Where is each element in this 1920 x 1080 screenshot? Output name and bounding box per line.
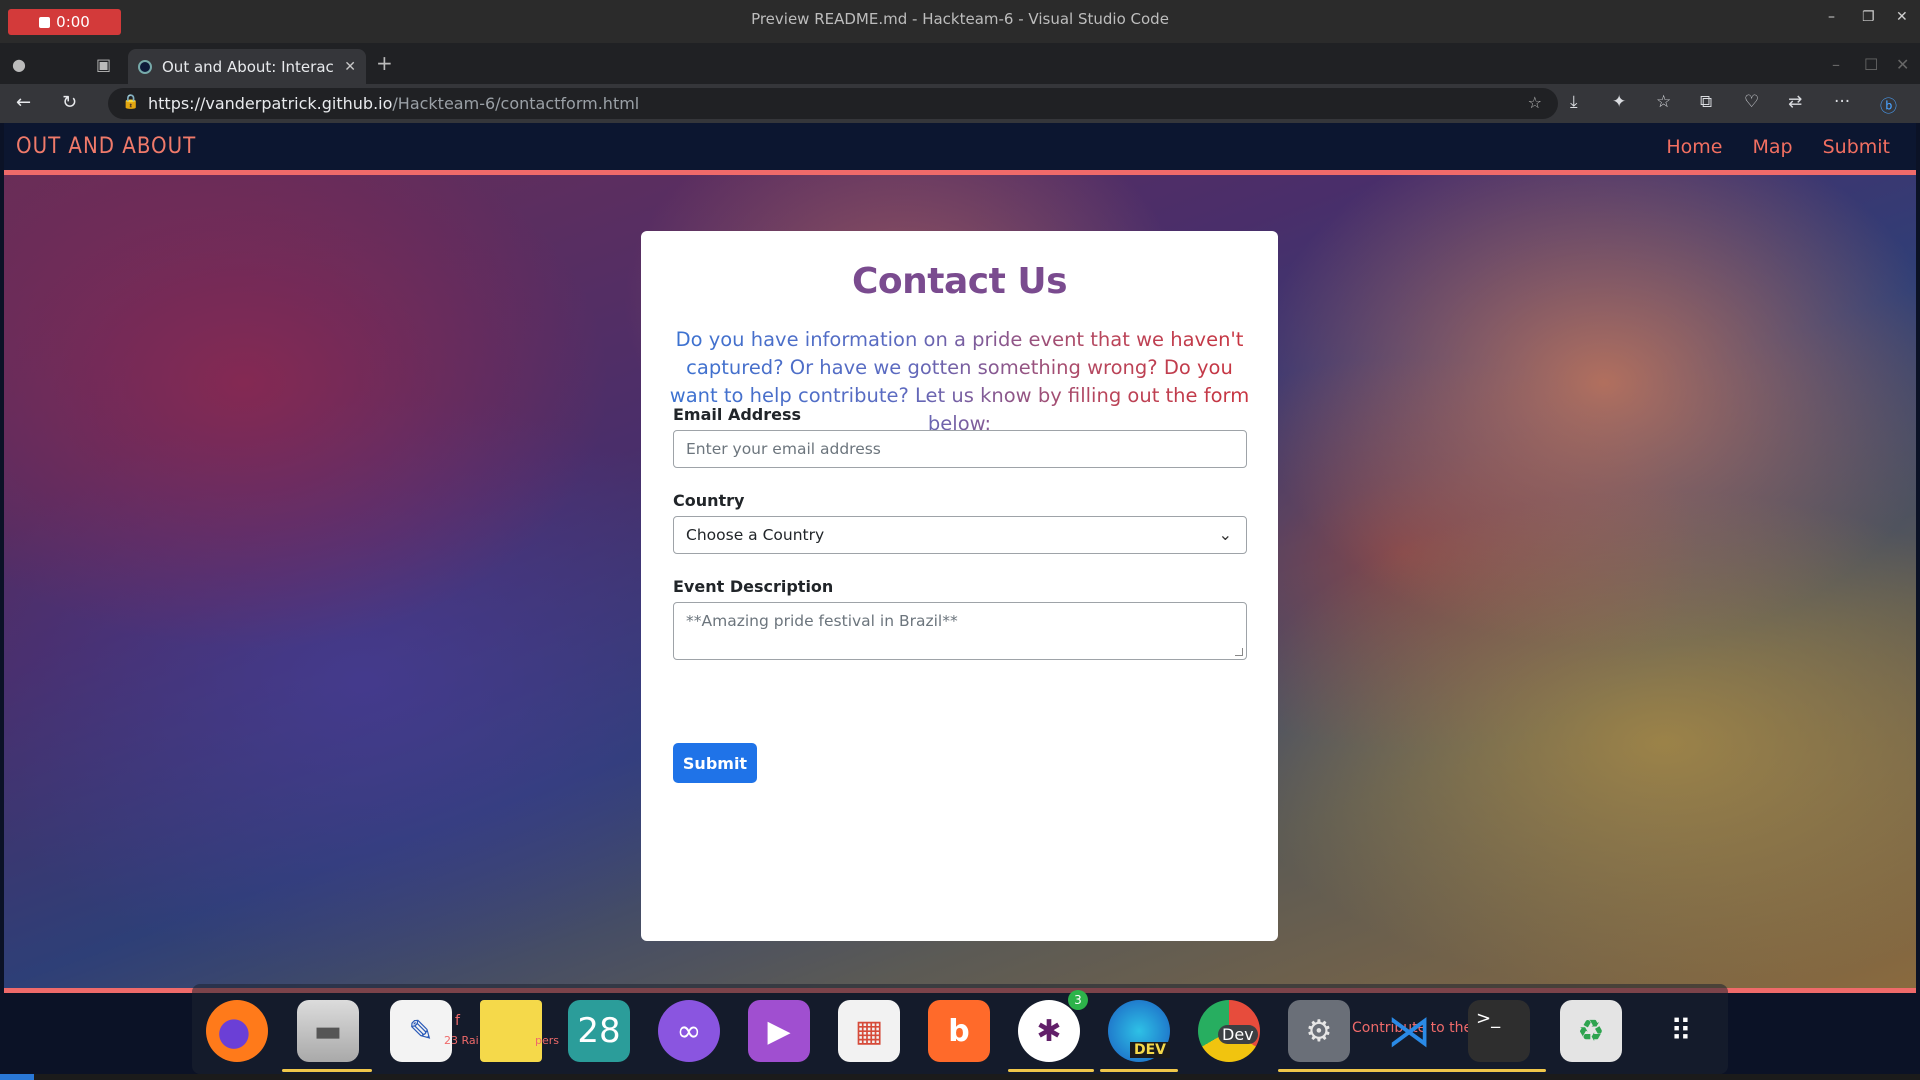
brave-b-icon[interactable]: b	[928, 1000, 990, 1062]
site-navbar: OUT AND ABOUT Home Map Submit	[4, 123, 1916, 175]
restore-icon[interactable]: ❐	[1862, 9, 1875, 25]
nav-link-submit[interactable]: Submit	[1823, 136, 1890, 158]
profile-icon[interactable]: ●	[12, 55, 26, 74]
browser-minimize-icon[interactable]: –	[1832, 55, 1840, 74]
favorites-icon[interactable]: ☆	[1656, 92, 1671, 112]
slack-badge: 3	[1068, 990, 1088, 1010]
firefox-icon[interactable]	[206, 1000, 268, 1062]
vscode-icon[interactable]: ⋊	[1378, 1000, 1440, 1062]
page-background: OUT AND ABOUT Home Map Submit Contact Us…	[4, 123, 1916, 993]
files-icon[interactable]: ▬	[297, 1000, 359, 1062]
text-editor-icon[interactable]: ✎	[390, 1000, 452, 1062]
running-indicator	[1008, 1069, 1094, 1072]
window-title: Preview README.md - Hackteam-6 - Visual …	[751, 10, 1169, 28]
country-label: Country	[673, 491, 745, 510]
chevron-down-icon: ⌄	[1218, 525, 1232, 544]
share-icon[interactable]: ⇄	[1788, 92, 1802, 112]
close-icon[interactable]: ✕	[1896, 9, 1908, 25]
overlay-text-1: 23 Rai	[444, 1034, 479, 1047]
sticky-notes-icon[interactable]	[480, 1000, 542, 1062]
minimize-icon[interactable]: –	[1828, 9, 1835, 25]
extensions-icon[interactable]: ✦	[1612, 92, 1626, 112]
country-selected-value: Choose a Country	[686, 526, 825, 544]
more-options-icon[interactable]: ···	[1834, 92, 1850, 112]
mask-app-icon[interactable]: ∞	[658, 1000, 720, 1062]
new-tab-icon[interactable]: +	[376, 51, 393, 75]
description-textarea[interactable]: **Amazing pride festival in Brazil**	[673, 602, 1247, 660]
browser-close-icon[interactable]: ✕	[1896, 55, 1909, 74]
country-select[interactable]: Choose a Country ⌄	[673, 516, 1247, 554]
favorite-star-icon[interactable]: ☆	[1528, 93, 1542, 112]
tab-close-icon[interactable]: ✕	[344, 59, 356, 75]
running-indicator	[1278, 1069, 1546, 1072]
window-titlebar: 0:00 Preview README.md - Hackteam-6 - Vi…	[0, 0, 1920, 43]
settings-gear-icon[interactable]: ⚙	[1288, 1000, 1350, 1062]
nav-link-map[interactable]: Map	[1752, 136, 1792, 158]
download-icon[interactable]: ⤓	[1570, 92, 1578, 112]
nav-link-home[interactable]: Home	[1666, 136, 1722, 158]
form-title: Contact Us	[851, 261, 1068, 302]
url-host: https://vanderpatrick.github.io	[148, 94, 393, 113]
email-label: Email Address	[673, 405, 802, 424]
site-brand[interactable]: OUT AND ABOUT	[16, 134, 196, 159]
trash-icon[interactable]: ♻	[1560, 1000, 1622, 1062]
resize-handle-icon[interactable]	[1235, 648, 1243, 656]
copilot-icon[interactable]: ⓑ	[1880, 92, 1897, 117]
back-icon[interactable]: ←	[16, 92, 31, 113]
calendar-icon[interactable]: 28	[568, 1000, 630, 1062]
running-indicator	[1100, 1069, 1178, 1072]
description-placeholder: **Amazing pride festival in Brazil**	[686, 612, 958, 630]
terminal-icon[interactable]: >_	[1468, 1000, 1530, 1062]
contact-form-card: Contact Us Do you have information on a …	[641, 231, 1278, 941]
address-bar-row: ← ↻ 🔒 https://vanderpatrick.github.io/Ha…	[0, 84, 1920, 123]
app-grid-icon[interactable]: ⠿	[1650, 1000, 1712, 1062]
facebook-overlay-icon: f	[455, 1013, 460, 1029]
browser-essentials-icon[interactable]: ♡	[1744, 92, 1759, 112]
overlay-text-2: pers	[535, 1034, 560, 1047]
edge-accent	[0, 1074, 34, 1080]
calendar-day: 28	[577, 1011, 621, 1051]
dev-label: DEV	[1130, 1042, 1171, 1058]
nav-links: Home Map Submit	[1666, 136, 1890, 158]
url-field[interactable]: 🔒 https://vanderpatrick.github.io/Hackte…	[108, 88, 1558, 119]
submit-button[interactable]: Submit	[673, 743, 757, 783]
reload-icon[interactable]: ↻	[62, 92, 77, 113]
running-indicator	[282, 1069, 372, 1072]
tab-actions-icon[interactable]: ▣	[96, 55, 111, 74]
video-player-icon[interactable]: ▶	[748, 1000, 810, 1062]
slack-icon[interactable]: ✱	[1018, 1000, 1080, 1062]
software-store-icon[interactable]: ▦	[838, 1000, 900, 1062]
lock-icon: 🔒	[122, 94, 140, 110]
tab-bar: ● ▣ Out and About: Interacti ✕ + – ☐ ✕	[0, 43, 1920, 84]
collections-icon[interactable]: ⧉	[1700, 92, 1712, 112]
url-path: /Hackteam-6/contactform.html	[392, 94, 640, 113]
chrome-dev-label: Dev	[1218, 1025, 1258, 1044]
screen-bottom-edge	[0, 1074, 1920, 1080]
site-favicon-icon	[138, 59, 152, 74]
browser-maximize-icon[interactable]: ☐	[1864, 55, 1878, 74]
tab-active[interactable]: Out and About: Interacti ✕	[128, 49, 366, 84]
email-field[interactable]: Enter your email address	[673, 430, 1247, 468]
tab-title: Out and About: Interacti	[162, 57, 335, 76]
description-label: Event Description	[673, 577, 834, 596]
